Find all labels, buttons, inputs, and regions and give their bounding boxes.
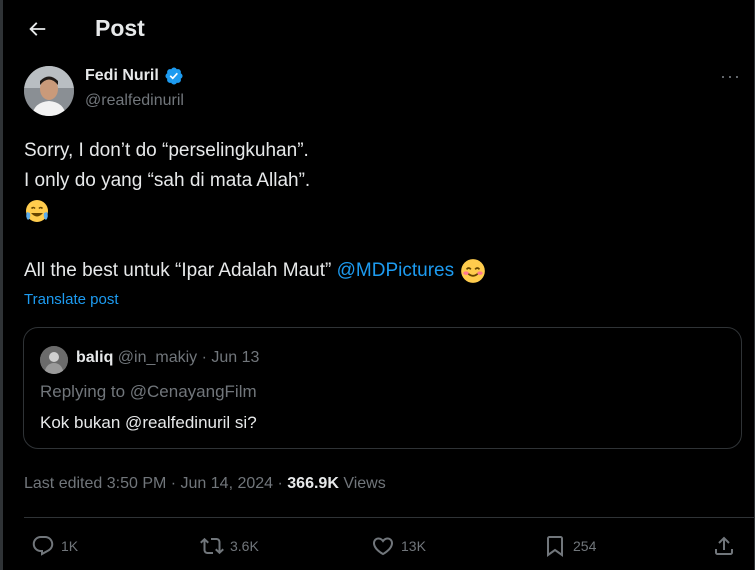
views-label: Views — [338, 475, 386, 492]
smiling-emoji — [461, 259, 486, 283]
tweet-line-3 — [24, 196, 724, 226]
reply-count: 1K — [61, 538, 79, 554]
quoted-text: Kok bukan @realfedinuril si? — [40, 413, 257, 432]
tweet-line-4-text: All the best untuk “Ipar Adalah Maut” — [24, 260, 337, 281]
post-meta: Last edited 3:50 PM · Jun 14, 2024 · 366… — [24, 475, 386, 493]
quoted-post[interactable]: baliq @in_makiy · Jun 13 Replying to @Ce… — [23, 327, 742, 449]
quoted-avatar-image — [40, 346, 68, 374]
tweet-text: Sorry, I don’t do “perselingkuhan”. I on… — [24, 136, 724, 286]
quoted-avatar[interactable] — [40, 346, 68, 374]
back-arrow-icon — [29, 22, 46, 36]
tweet-line-4: All the best untuk “Ipar Adalah Maut” @M… — [24, 256, 724, 286]
author-name[interactable]: Fedi Nuril — [85, 66, 184, 86]
like-icon — [372, 537, 394, 556]
more-options-button[interactable]: ··· — [720, 66, 741, 87]
verified-badge-icon — [165, 67, 183, 85]
quoted-meta: @in_makiy · Jun 13 — [117, 349, 260, 366]
action-bar: 1K 3.6K 13K 254 — [0, 534, 755, 564]
tweet-line-1: Sorry, I don’t do “perselingkuhan”. — [24, 140, 309, 161]
page-header: Post — [0, 0, 755, 58]
author-name-text: Fedi Nuril — [85, 67, 159, 84]
author-handle[interactable]: @realfedinuril — [85, 92, 184, 110]
reply-button[interactable]: 1K — [31, 534, 78, 558]
views-count: 366.9K — [287, 475, 339, 492]
bookmark-button[interactable]: 254 — [543, 534, 596, 558]
repost-count: 3.6K — [230, 538, 259, 554]
edited-timestamp[interactable]: Last edited 3:50 PM · Jun 14, 2024 · — [24, 475, 287, 492]
mention-link[interactable]: @MDPictures — [337, 260, 454, 281]
tweet-line-2: I only do yang “sah di mata Allah”. — [24, 170, 311, 191]
like-count: 13K — [401, 538, 426, 554]
like-button[interactable]: 13K — [371, 534, 426, 558]
more-icon: ··· — [720, 66, 741, 86]
avatar[interactable] — [24, 66, 74, 116]
avatar-image — [24, 66, 74, 116]
translate-post-link[interactable]: Translate post — [24, 291, 119, 308]
page-title: Post — [95, 15, 145, 41]
share-icon — [715, 536, 733, 555]
reply-icon — [32, 536, 54, 556]
bookmark-icon — [547, 536, 563, 557]
quoted-header: baliq @in_makiy · Jun 13 — [76, 349, 259, 367]
quoted-replying-to: Replying to @CenayangFilm — [40, 382, 257, 401]
repost-icon — [200, 537, 224, 555]
share-button[interactable] — [712, 534, 736, 558]
crying-laughing-emoji — [26, 199, 48, 222]
divider — [24, 517, 754, 518]
quoted-author-name: baliq — [76, 349, 114, 366]
back-button[interactable] — [22, 14, 52, 44]
column-border-left — [0, 0, 3, 570]
bookmark-count: 254 — [573, 538, 597, 554]
repost-button[interactable]: 3.6K — [200, 534, 259, 558]
